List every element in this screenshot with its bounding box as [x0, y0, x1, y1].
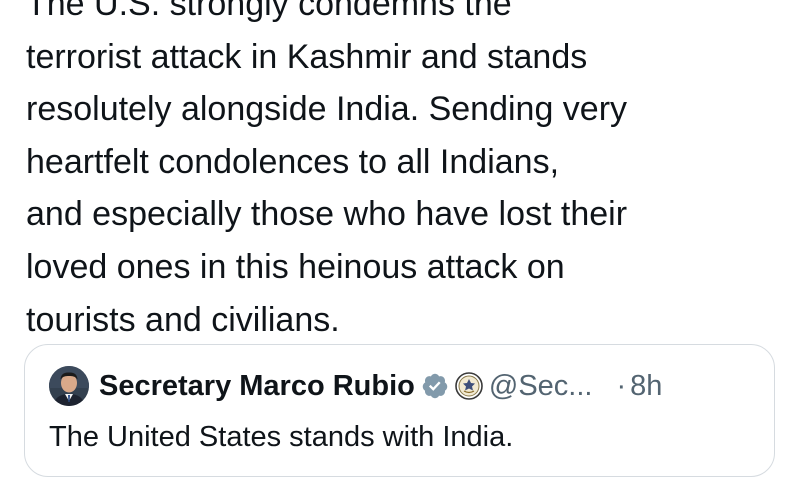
quoted-tweet-card[interactable]: Secretary Marco Rubio @Sec... · 8h The U…: [24, 344, 775, 477]
state-department-seal-icon[interactable]: [455, 372, 483, 400]
quoted-tweet-text: The United States stands with India.: [49, 421, 514, 453]
tweet-text-line-7: tourists and civilians.: [26, 300, 340, 339]
tweet-text-line-2: terrorist attack in Kashmir and stands: [26, 37, 588, 76]
avatar[interactable]: [49, 366, 89, 406]
verified-badge-icon: [421, 372, 449, 400]
tweet-text-line-1: The U.S. strongly condemns the: [26, 0, 512, 23]
tweet-text-line-5: and especially those who have lost their: [26, 195, 628, 234]
tweet-text-line-3: resolutely alongside India. Sending very: [26, 90, 628, 129]
quoted-tweet-time[interactable]: 8h: [630, 370, 662, 403]
tweet-text: The U.S. strongly condemns the terrorist…: [26, 0, 786, 346]
quoted-author-name[interactable]: Secretary Marco Rubio: [99, 370, 415, 403]
tweet-text-line-4: heartfelt condolences to all Indians,: [26, 142, 560, 181]
separator-dot: ·: [616, 369, 627, 402]
quoted-tweet-header: Secretary Marco Rubio @Sec... · 8h: [49, 365, 756, 407]
tweet-text-line-6: loved ones in this heinous attack on: [26, 247, 565, 286]
quoted-author-handle[interactable]: @Sec...: [489, 370, 593, 403]
